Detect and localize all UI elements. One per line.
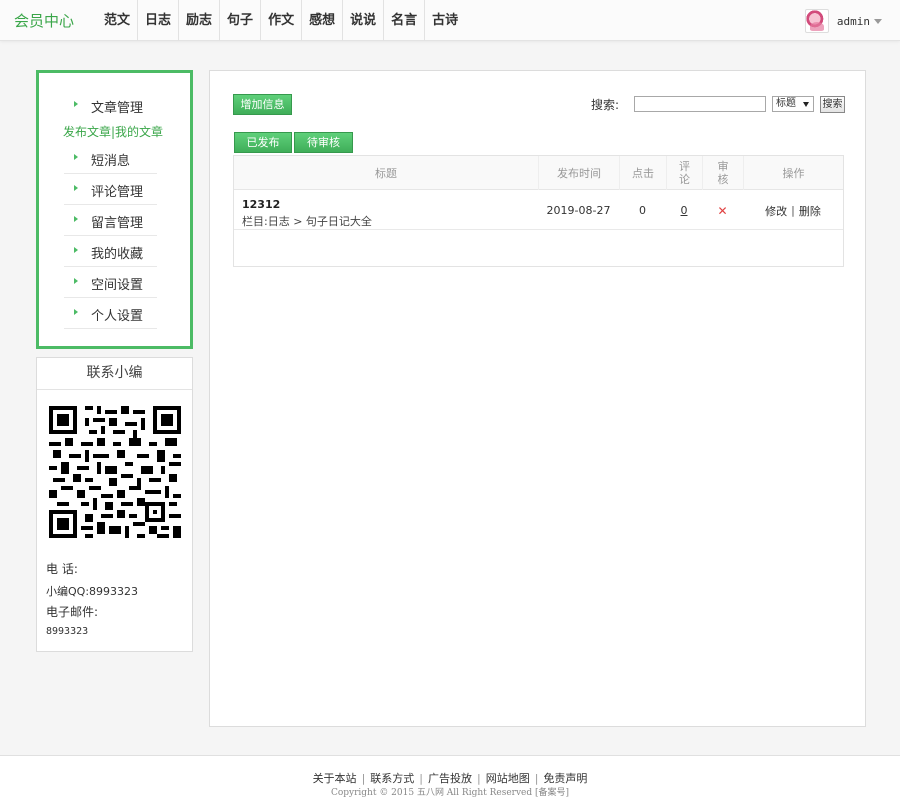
nav-item[interactable]: 日志 [138,0,180,41]
table-row: 12312 栏目:日志 > 句子日记大全 2019-08-27 0 0 ✕ 修改… [234,191,843,230]
bullet-icon [74,247,78,253]
article-time: 2019-08-27 [546,204,611,217]
caret-down-icon[interactable] [874,18,882,24]
divider: | [361,772,366,785]
sidebar-item-favorites[interactable]: 我的收藏 [64,236,157,267]
column-header-title: 标题 [375,166,397,180]
bullet-icon [74,309,78,315]
sidebar-item-label: 个人设置 [91,309,144,324]
nav-item[interactable]: 范文 [97,0,139,41]
footer-link-ads[interactable]: 广告投放 [428,772,472,785]
avatar[interactable] [804,9,829,33]
column-header-clicks: 点击 [619,156,666,190]
username[interactable]: admin [837,15,870,28]
bullet-icon [74,278,78,284]
copyright: Copyright © 2015 五八网 All Right Reserved … [330,788,570,798]
bullet-icon [74,216,78,222]
contact-qq: 小编QQ:8993323 [46,585,139,598]
main-nav: 范文 日志 励志 句子 作文 感想 说说 名言 古诗 [97,0,465,41]
footer: 关于本站 | 联系方式 | 广告投放 | 网站地图 | 免责声明 Copyright © 201… [0,755,900,807]
sidebar-submenu-articles[interactable]: 发布文章|我的文章 [63,123,163,140]
nav-item[interactable]: 古诗 [425,0,465,41]
sidebar-item-label: 我的收藏 [91,247,144,262]
bullet-icon [74,154,78,160]
article-clicks: 0 [639,204,646,217]
footer-links: 关于本站 | 联系方式 | 广告投放 | 网站地图 | 免责声明 [0,770,900,786]
sidebar-item-messages[interactable]: 短消息 [64,143,157,174]
sidebar-item-guestbook[interactable]: 留言管理 [64,205,157,236]
footer-link-disclaimer[interactable]: 免责声明 [543,772,587,785]
sidebar-menu: 文章管理 发布文章|我的文章 短消息 评论管理 留言管理 我的收藏 空间设置 个… [36,70,193,349]
contact-phone-label: 电 话: [46,562,78,576]
contact-title: 联系小编 [37,358,192,390]
search-label: 搜索: [591,98,620,112]
column-header-action: 操作 [743,156,843,190]
footer-link-contact[interactable]: 联系方式 [370,772,414,785]
nav-item[interactable]: 作文 [261,0,303,41]
articles-table: 标题 发布时间 点击 评论 审核 操作 12312 栏目:日志 > 句子日记大全… [233,155,844,267]
sidebar-item-label: 文章管理 [91,101,144,116]
divider: | [534,772,539,785]
article-title-cell: 12312 栏目:日志 > 句子日记大全 [242,198,372,229]
sidebar-item-space-settings[interactable]: 空间设置 [64,267,157,298]
article-category: 栏目:日志 > 句子日记大全 [242,215,372,228]
search-button[interactable]: 搜索 [820,96,845,113]
contact-email-value: 8993323 [46,626,89,637]
contact-email-label: 电子邮件: [46,605,99,619]
top-bar: 会员中心 范文 日志 励志 句子 作文 感想 说说 名言 古诗 admin [0,0,900,41]
add-info-button[interactable]: 增加信息 [233,94,292,115]
tab-pending[interactable]: 待审核 [294,132,353,153]
column-header-comments: 评论 [666,156,702,190]
table-header: 标题 发布时间 点击 评论 审核 操作 [234,156,843,190]
sidebar-item-label: 留言管理 [91,216,144,231]
column-header-time: 发布时间 [538,156,619,190]
review-status-x-icon: ✕ [717,203,728,218]
sidebar-item-label: 空间设置 [91,278,144,293]
divider: | [477,772,481,785]
contact-panel: 联系小编 电 话: 小编QQ:8993323 电子邮件: 8993323 [36,357,193,652]
row-actions: 修改 | 删除 [743,191,843,230]
nav-item[interactable]: 说说 [343,0,385,41]
divider: | [419,772,423,785]
article-comments-link[interactable]: 0 [681,204,688,217]
qr-code-icon [49,406,181,538]
nav-item[interactable]: 励志 [179,0,221,41]
edit-link[interactable]: 修改 [765,203,787,219]
main-panel: 增加信息 搜索: 标题 搜索 已发布 待审核 标题 发布时间 点击 评论 审核 … [209,70,866,727]
sidebar-item-comments[interactable]: 评论管理 [64,174,157,205]
search-field-select-value: 标题 [776,98,796,109]
sidebar-item-label: 评论管理 [91,185,144,200]
delete-link[interactable]: 删除 [799,203,821,219]
bullet-icon [74,101,78,107]
article-title[interactable]: 12312 [242,198,372,211]
sidebar-item-profile-settings[interactable]: 个人设置 [64,298,157,329]
footer-link-about[interactable]: 关于本站 [313,772,357,785]
sidebar-item-articles[interactable]: 文章管理 [64,90,157,121]
bullet-icon [74,185,78,191]
search-field-select[interactable]: 标题 [772,96,814,112]
search-input[interactable] [634,96,766,112]
footer-link-sitemap[interactable]: 网站地图 [486,772,530,785]
brand-title[interactable]: 会员中心 [14,10,74,31]
nav-item[interactable]: 名言 [384,0,426,41]
divider: | [791,204,795,217]
nav-item[interactable]: 感想 [302,0,344,41]
chevron-down-icon [803,102,809,107]
tab-published[interactable]: 已发布 [234,132,292,153]
sidebar-item-label: 短消息 [91,154,131,169]
user-menu[interactable]: admin [804,8,882,34]
column-header-review: 审核 [702,156,743,190]
nav-item[interactable]: 句子 [220,0,262,41]
